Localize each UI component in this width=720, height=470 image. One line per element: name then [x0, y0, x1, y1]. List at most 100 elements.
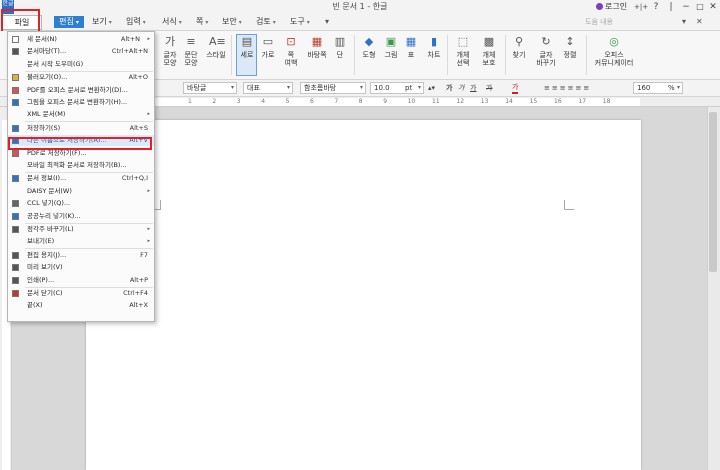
- file-menu-item[interactable]: 문서 정보(I)... Ctrl+Q,I: [8, 173, 154, 184]
- ribbon-button-paragraph-shape[interactable]: ≡ 문단 모양: [181, 35, 201, 67]
- file-menu-item[interactable]: 보내기(E) ▸: [8, 236, 154, 247]
- ribbon-button-char-shape[interactable]: 가 글자 모양: [160, 35, 180, 67]
- file-menu-item-shortcut: Alt+X: [129, 301, 148, 310]
- file-menu-item-label: DAISY 문서(W): [27, 186, 72, 195]
- file-menu-item[interactable]: 모바일 최적화 문서로 저장하기(B)...: [8, 160, 154, 171]
- file-menu-item[interactable]: 공공누리 넣기(K)...: [8, 211, 154, 222]
- strike-button[interactable]: 가: [486, 82, 492, 94]
- file-menu-item[interactable]: 저장하기(S) Alt+S: [8, 123, 154, 134]
- bold-button[interactable]: 가: [446, 82, 452, 94]
- maximize-icon[interactable]: □: [693, 0, 707, 14]
- chart-icon: ▮: [430, 35, 438, 48]
- menu-format[interactable]: 서식 ▾: [162, 15, 182, 29]
- style-select[interactable]: 바탕글 ▾: [183, 82, 237, 94]
- ribbon-button-horizontal-view[interactable]: ▭ 가로: [258, 35, 278, 59]
- file-menu-item[interactable]: 불러오기(O)... Alt+O: [8, 72, 154, 83]
- file-menu-item-label: 미리 보기(V): [27, 263, 63, 272]
- align-buttons-icon[interactable]: ≡≡≡≡≡≡: [544, 82, 591, 94]
- ribbon-button-office-communicator[interactable]: ◎ 오피스 커뮤니케이터: [592, 35, 636, 67]
- ribbon-button-label: 차트: [427, 51, 441, 59]
- file-menu-item[interactable]: XML 문서(M) ▸: [8, 109, 154, 120]
- zoom-select[interactable]: 160% ▾: [633, 82, 683, 94]
- file-menu-item-shortcut: Ctrl+Q,I: [121, 174, 148, 183]
- file-menu-item-label: 인쇄(P)...: [27, 275, 55, 284]
- scrollbar-thumb[interactable]: [709, 112, 717, 272]
- ribbon-button-label: 글자: [163, 51, 177, 59]
- master-page-icon: ▦: [311, 35, 323, 48]
- login-button[interactable]: 로그인: [596, 1, 627, 12]
- file-menu-item[interactable]: PDF를 오피스 문서로 변환하기(D)...: [8, 85, 154, 96]
- file-menu-item-shortcut: Alt+N: [120, 35, 140, 43]
- font-select[interactable]: 함초롬바탕 ▾: [300, 82, 366, 94]
- menu-insert[interactable]: 입력 ▾: [126, 15, 146, 29]
- file-menu-item[interactable]: 문서 닫기(C) Ctrl+F4: [8, 288, 154, 299]
- ribbon-button-replace[interactable]: ↻ 글자 바꾸기: [534, 35, 558, 67]
- save-as-highlight: [8, 137, 152, 150]
- file-menu-item[interactable]: 그림을 오피스 문서로 변환하기(H)...: [8, 97, 154, 108]
- ribbon-button-table[interactable]: ▦ 표: [402, 35, 420, 59]
- ribbon-button-columns[interactable]: ▥ 단: [331, 35, 349, 59]
- ribbon-toggle-icon[interactable]: +|+: [634, 0, 648, 14]
- font-color-button[interactable]: 가: [512, 82, 519, 94]
- menu-more-icon[interactable]: ▾: [325, 15, 329, 29]
- menu-view[interactable]: 보기 ▾: [92, 15, 112, 29]
- ribbon-button-master-page[interactable]: ▦ 바탕쪽: [305, 35, 329, 59]
- pin-icon[interactable]: |: [664, 0, 678, 14]
- file-menu-item[interactable]: 인쇄(P)... Alt+P: [8, 275, 154, 286]
- submenu-arrow-icon: ▸: [147, 111, 150, 118]
- ruler-tick-label: 10: [407, 98, 416, 105]
- ribbon-button-protect-object[interactable]: ▩ 개체 보호: [478, 35, 500, 67]
- language-value: 대표: [247, 84, 260, 92]
- file-menu-item-shortcut: Alt+O: [128, 73, 148, 82]
- ribbon-button-label: 세로: [240, 51, 254, 59]
- ribbon-button-find[interactable]: ⚲ 찾기: [509, 35, 529, 59]
- ruler-tick-label: 12: [456, 98, 465, 105]
- print-icon: [12, 276, 19, 284]
- ruler-tick-label: 18: [602, 98, 611, 105]
- size-stepper-icon[interactable]: ▴▾: [428, 82, 435, 94]
- ribbon-button-page-margin[interactable]: ⊡ 쪽 여백: [280, 35, 302, 67]
- help-icon[interactable]: ?: [649, 0, 663, 14]
- file-menu-item[interactable]: 미리 보기(V): [8, 262, 154, 273]
- file-menu-item[interactable]: 편집 용지(J)... F7: [8, 250, 154, 261]
- ribbon-divider: [447, 35, 448, 75]
- font-size-select[interactable]: 10.0 pt ▾: [370, 82, 424, 94]
- menu-review[interactable]: 검토 ▾: [256, 15, 276, 29]
- file-menu-item[interactable]: CCL 넣기(Q)...: [8, 198, 154, 209]
- close-doc-icon[interactable]: ✕: [696, 15, 703, 29]
- file-menu-item[interactable]: 정각주 바꾸기(L) ▸: [8, 224, 154, 235]
- language-select[interactable]: 대표 ▾: [243, 82, 293, 94]
- menu-security[interactable]: 보안 ▾: [222, 15, 242, 29]
- italic-button[interactable]: 가: [458, 82, 464, 94]
- help-search-dropdown-icon[interactable]: ▾: [682, 15, 686, 29]
- file-menu-item-shortcut: Ctrl+F4: [123, 289, 148, 297]
- open-folder-icon: [12, 74, 19, 82]
- file-menu-item[interactable]: 끝(X) Alt+X: [8, 300, 154, 311]
- menu-edit[interactable]: 편집 ▾: [54, 16, 84, 28]
- ribbon-button-select-object[interactable]: ⬚ 개체 선택: [452, 35, 474, 67]
- file-menu-item[interactable]: 문서 시작 도우미(G): [8, 59, 154, 70]
- menu-tools[interactable]: 도구 ▾: [290, 15, 310, 29]
- close-icon[interactable]: ✕: [706, 0, 720, 14]
- ribbon-button-label: 여백: [284, 59, 298, 67]
- ruler-tick-label: 9: [383, 98, 388, 105]
- ruler-tick-label: 17: [578, 98, 587, 105]
- ribbon-button-style[interactable]: A≡ 스타일: [203, 35, 229, 59]
- submenu-arrow-icon: ▸: [147, 226, 150, 232]
- minimize-icon[interactable]: −: [679, 0, 693, 14]
- ribbon-button-shape[interactable]: ◆ 도형: [359, 35, 379, 59]
- underline-button[interactable]: 가: [470, 82, 476, 94]
- file-menu-item-label: 그림을 오피스 문서로 변환하기(H)...: [27, 98, 128, 106]
- ribbon-button-sort[interactable]: ↕ 정렬: [561, 35, 579, 59]
- style-icon: A≡: [209, 35, 226, 48]
- ribbon-button-image[interactable]: ▣ 그림: [382, 35, 400, 59]
- file-menu-item[interactable]: DAISY 문서(W) ▸: [8, 186, 154, 197]
- ribbon-button-vertical-view[interactable]: ▤ 세로: [237, 35, 257, 59]
- help-search-input[interactable]: 도움 내용: [585, 17, 677, 28]
- menu-page[interactable]: 쪽 ▾: [196, 15, 208, 29]
- ribbon-button-chart[interactable]: ▮ 차트: [424, 35, 444, 59]
- document-page[interactable]: [86, 120, 641, 470]
- file-menu-item[interactable]: 문서마당(T)... Ctrl+Alt+N: [8, 46, 154, 57]
- horizontal-view-icon: ▭: [262, 35, 274, 48]
- file-menu-item[interactable]: 새 문서(N) Alt+N ▸: [8, 34, 154, 45]
